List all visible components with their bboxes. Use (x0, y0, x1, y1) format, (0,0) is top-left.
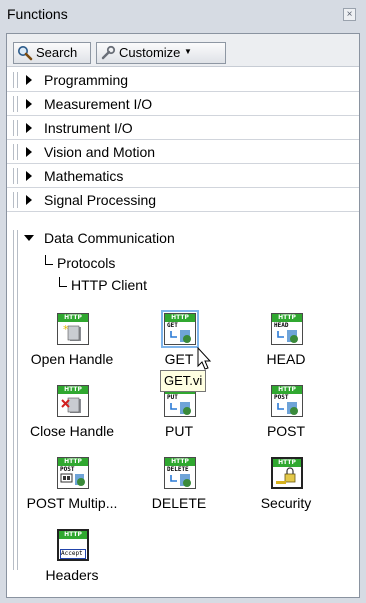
category-mathematics[interactable]: Mathematics (7, 164, 359, 188)
expand-arrow-icon[interactable] (26, 195, 32, 205)
category-label: Data Communication (44, 230, 175, 246)
http-band: HTTP (165, 314, 195, 322)
http-band: HTTP (59, 531, 87, 539)
palette-item-open-handle[interactable]: HTTP * Open Handle (19, 311, 125, 387)
item-label: HEAD (266, 351, 306, 367)
category-data-communication[interactable]: Data Communication (7, 226, 359, 570)
http-band: HTTP (165, 458, 195, 466)
functions-palette-window: Functions × Search Customize ▼ Programmi… (0, 0, 366, 598)
headers-icon: HTTP Accept (57, 529, 89, 561)
customize-label: Customize (119, 45, 181, 60)
close-button[interactable]: × (343, 8, 356, 21)
category-label: Mathematics (44, 168, 124, 184)
grip-icon (13, 168, 18, 184)
search-label: Search (36, 45, 78, 60)
post-icon: HTTP POST (271, 385, 303, 417)
grip-icon (13, 120, 18, 136)
grip-icon (13, 96, 18, 112)
category-label: Instrument I/O (44, 120, 133, 136)
palette-item-post[interactable]: HTTP POST POST (233, 383, 339, 459)
expand-arrow-icon[interactable] (26, 171, 32, 181)
item-label: Close Handle (29, 423, 115, 439)
grip-icon (13, 72, 18, 88)
item-label: POST Multip... (26, 495, 118, 511)
item-label: GET (164, 351, 194, 367)
grip-icon (13, 230, 18, 570)
tree-elbow-icon (45, 255, 53, 265)
delete-icon: HTTP DELETE (164, 457, 196, 489)
tree-item-http-client[interactable]: HTTP Client (59, 277, 147, 293)
chevron-down-icon: ▼ (184, 47, 192, 56)
category-programming[interactable]: Programming (7, 68, 359, 92)
expand-arrow-icon[interactable] (26, 147, 32, 157)
collapse-arrow-icon[interactable] (24, 235, 34, 241)
close-handle-icon: HTTP (57, 385, 89, 417)
http-band: HTTP (58, 386, 88, 394)
head-icon: HTTP HEAD (271, 313, 303, 345)
tree-elbow-icon (59, 277, 67, 287)
expand-arrow-icon[interactable] (26, 123, 32, 133)
category-label: Measurement I/O (44, 96, 153, 112)
palette-item-close-handle[interactable]: HTTP Close Handle (19, 383, 125, 459)
palette-item-put[interactable]: HTTP PUT PUT (126, 383, 232, 459)
category-instrument-io[interactable]: Instrument I/O (7, 116, 359, 140)
category-label: Vision and Motion (44, 144, 156, 160)
item-label: POST (266, 423, 306, 439)
item-label: PUT (165, 423, 193, 439)
get-icon: HTTP GET (161, 310, 199, 348)
palette-toolbar: Search Customize ▼ (7, 34, 359, 67)
tree-label: Protocols (57, 255, 116, 271)
grip-icon (13, 192, 18, 208)
mouse-cursor-icon (197, 347, 212, 370)
tree-item-protocols[interactable]: Protocols (45, 255, 115, 271)
item-label: Security (260, 495, 312, 511)
post-multipart-icon: HTTP POST (57, 457, 89, 489)
category-label: Programming (44, 72, 129, 88)
svg-text:*: * (63, 323, 69, 336)
palette-item-headers[interactable]: HTTP Accept Headers (19, 527, 125, 603)
category-signal-processing[interactable]: Signal Processing (7, 188, 359, 212)
expand-arrow-icon[interactable] (26, 75, 32, 85)
http-band: HTTP (272, 314, 302, 322)
customize-button[interactable]: Customize ▼ (96, 42, 226, 64)
palette-item-delete[interactable]: HTTP DELETE DELETE (126, 455, 232, 531)
tree-label: HTTP Client (71, 277, 147, 293)
expand-arrow-icon[interactable] (26, 99, 32, 109)
item-subtext: Accept (60, 549, 86, 559)
http-band: HTTP (58, 458, 88, 466)
item-label: Headers (45, 567, 99, 583)
item-label: Open Handle (30, 351, 114, 367)
tooltip: GET.vi (160, 370, 207, 392)
wrench-icon (101, 45, 116, 60)
open-handle-icon: HTTP * (57, 313, 89, 345)
category-vision-and-motion[interactable]: Vision and Motion (7, 140, 359, 164)
title-bar: Functions × (0, 0, 366, 30)
category-label: Signal Processing (44, 192, 157, 208)
item-label: DELETE (151, 495, 207, 511)
window-title: Functions (7, 6, 68, 22)
palette-item-security[interactable]: HTTP Security (233, 455, 339, 531)
search-button[interactable]: Search (13, 42, 91, 64)
http-band: HTTP (272, 386, 302, 394)
palette-item-post-multipart[interactable]: HTTP POST POST Multip... (19, 455, 125, 531)
http-band: HTTP (273, 459, 301, 467)
category-measurement-io[interactable]: Measurement I/O (7, 92, 359, 116)
search-icon (18, 46, 33, 61)
grip-icon (13, 144, 18, 160)
security-icon: HTTP (271, 457, 303, 489)
palette-item-head[interactable]: HTTP HEAD HEAD (233, 311, 339, 387)
http-band: HTTP (58, 314, 88, 322)
